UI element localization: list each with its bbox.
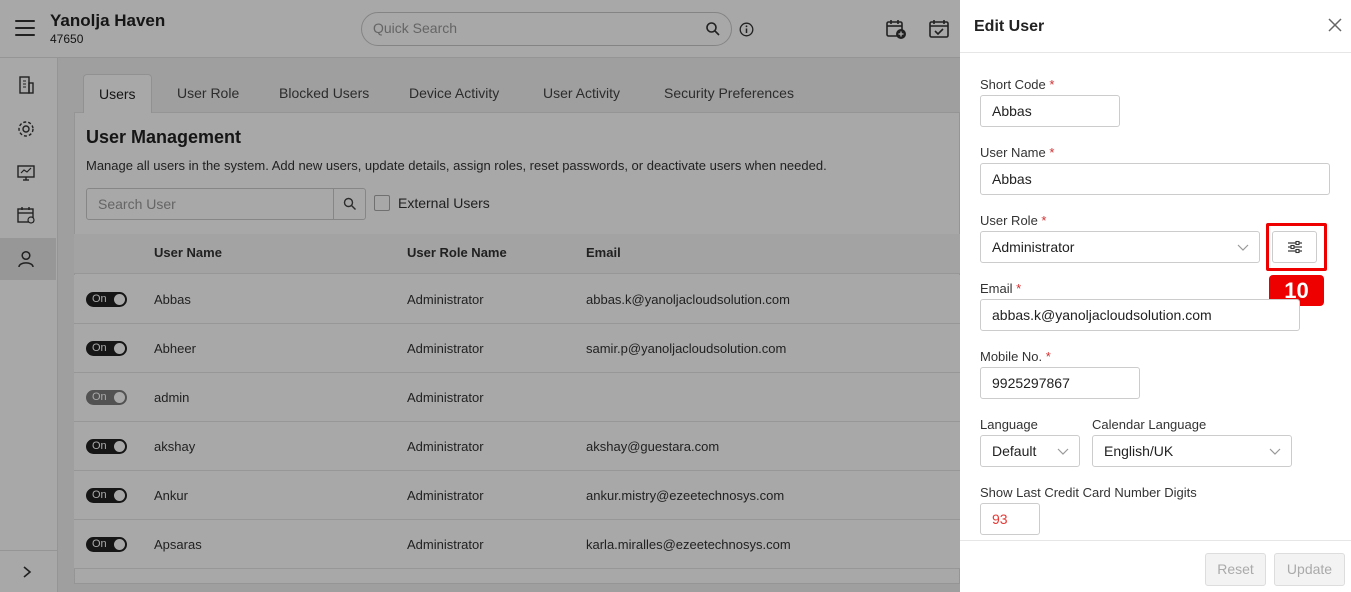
update-button[interactable]: Update [1274, 553, 1345, 586]
annotation-highlight-box [1266, 223, 1327, 271]
calendar-language-select[interactable]: English/UK [1092, 435, 1292, 467]
short-code-label: Short Code * [980, 77, 1054, 92]
required-mark: * [1041, 213, 1047, 228]
drawer-header: Edit User [960, 0, 1351, 53]
user-role-label: User Role * [980, 213, 1046, 228]
credit-card-digits-label: Show Last Credit Card Number Digits [980, 485, 1197, 500]
required-mark: * [1045, 349, 1051, 364]
short-code-field[interactable]: Abbas [980, 95, 1120, 127]
user-role-value: Administrator [992, 239, 1075, 255]
language-select[interactable]: Default [980, 435, 1080, 467]
user-name-label-text: User Name [980, 145, 1046, 160]
email-label-text: Email [980, 281, 1013, 296]
user-name-field[interactable]: Abbas [980, 163, 1330, 195]
required-mark: * [1016, 281, 1022, 296]
modal-overlay[interactable] [0, 0, 960, 592]
mobile-label-text: Mobile No. [980, 349, 1043, 364]
email-field[interactable]: abbas.k@yanoljacloudsolution.com [980, 299, 1300, 331]
credit-card-digits-field[interactable]: 93 [980, 503, 1040, 535]
short-code-label-text: Short Code [980, 77, 1046, 92]
chevron-down-icon [1057, 448, 1069, 455]
user-name-label: User Name * [980, 145, 1054, 160]
calendar-language-label: Calendar Language [1092, 417, 1207, 432]
user-role-select[interactable]: Administrator [980, 231, 1260, 263]
required-mark: * [1049, 145, 1055, 160]
chevron-down-icon [1269, 448, 1281, 455]
reset-button[interactable]: Reset [1205, 553, 1266, 586]
calendar-language-value: English/UK [1104, 443, 1174, 459]
language-value: Default [992, 443, 1037, 459]
close-icon[interactable] [1328, 18, 1342, 32]
chevron-down-icon [1237, 244, 1249, 251]
mobile-label: Mobile No. * [980, 349, 1051, 364]
email-label: Email * [980, 281, 1021, 296]
drawer-title: Edit User [974, 18, 1045, 35]
mobile-field[interactable]: 9925297867 [980, 367, 1140, 399]
required-mark: * [1049, 77, 1055, 92]
language-label: Language [980, 417, 1038, 432]
user-role-label-text: User Role [980, 213, 1038, 228]
